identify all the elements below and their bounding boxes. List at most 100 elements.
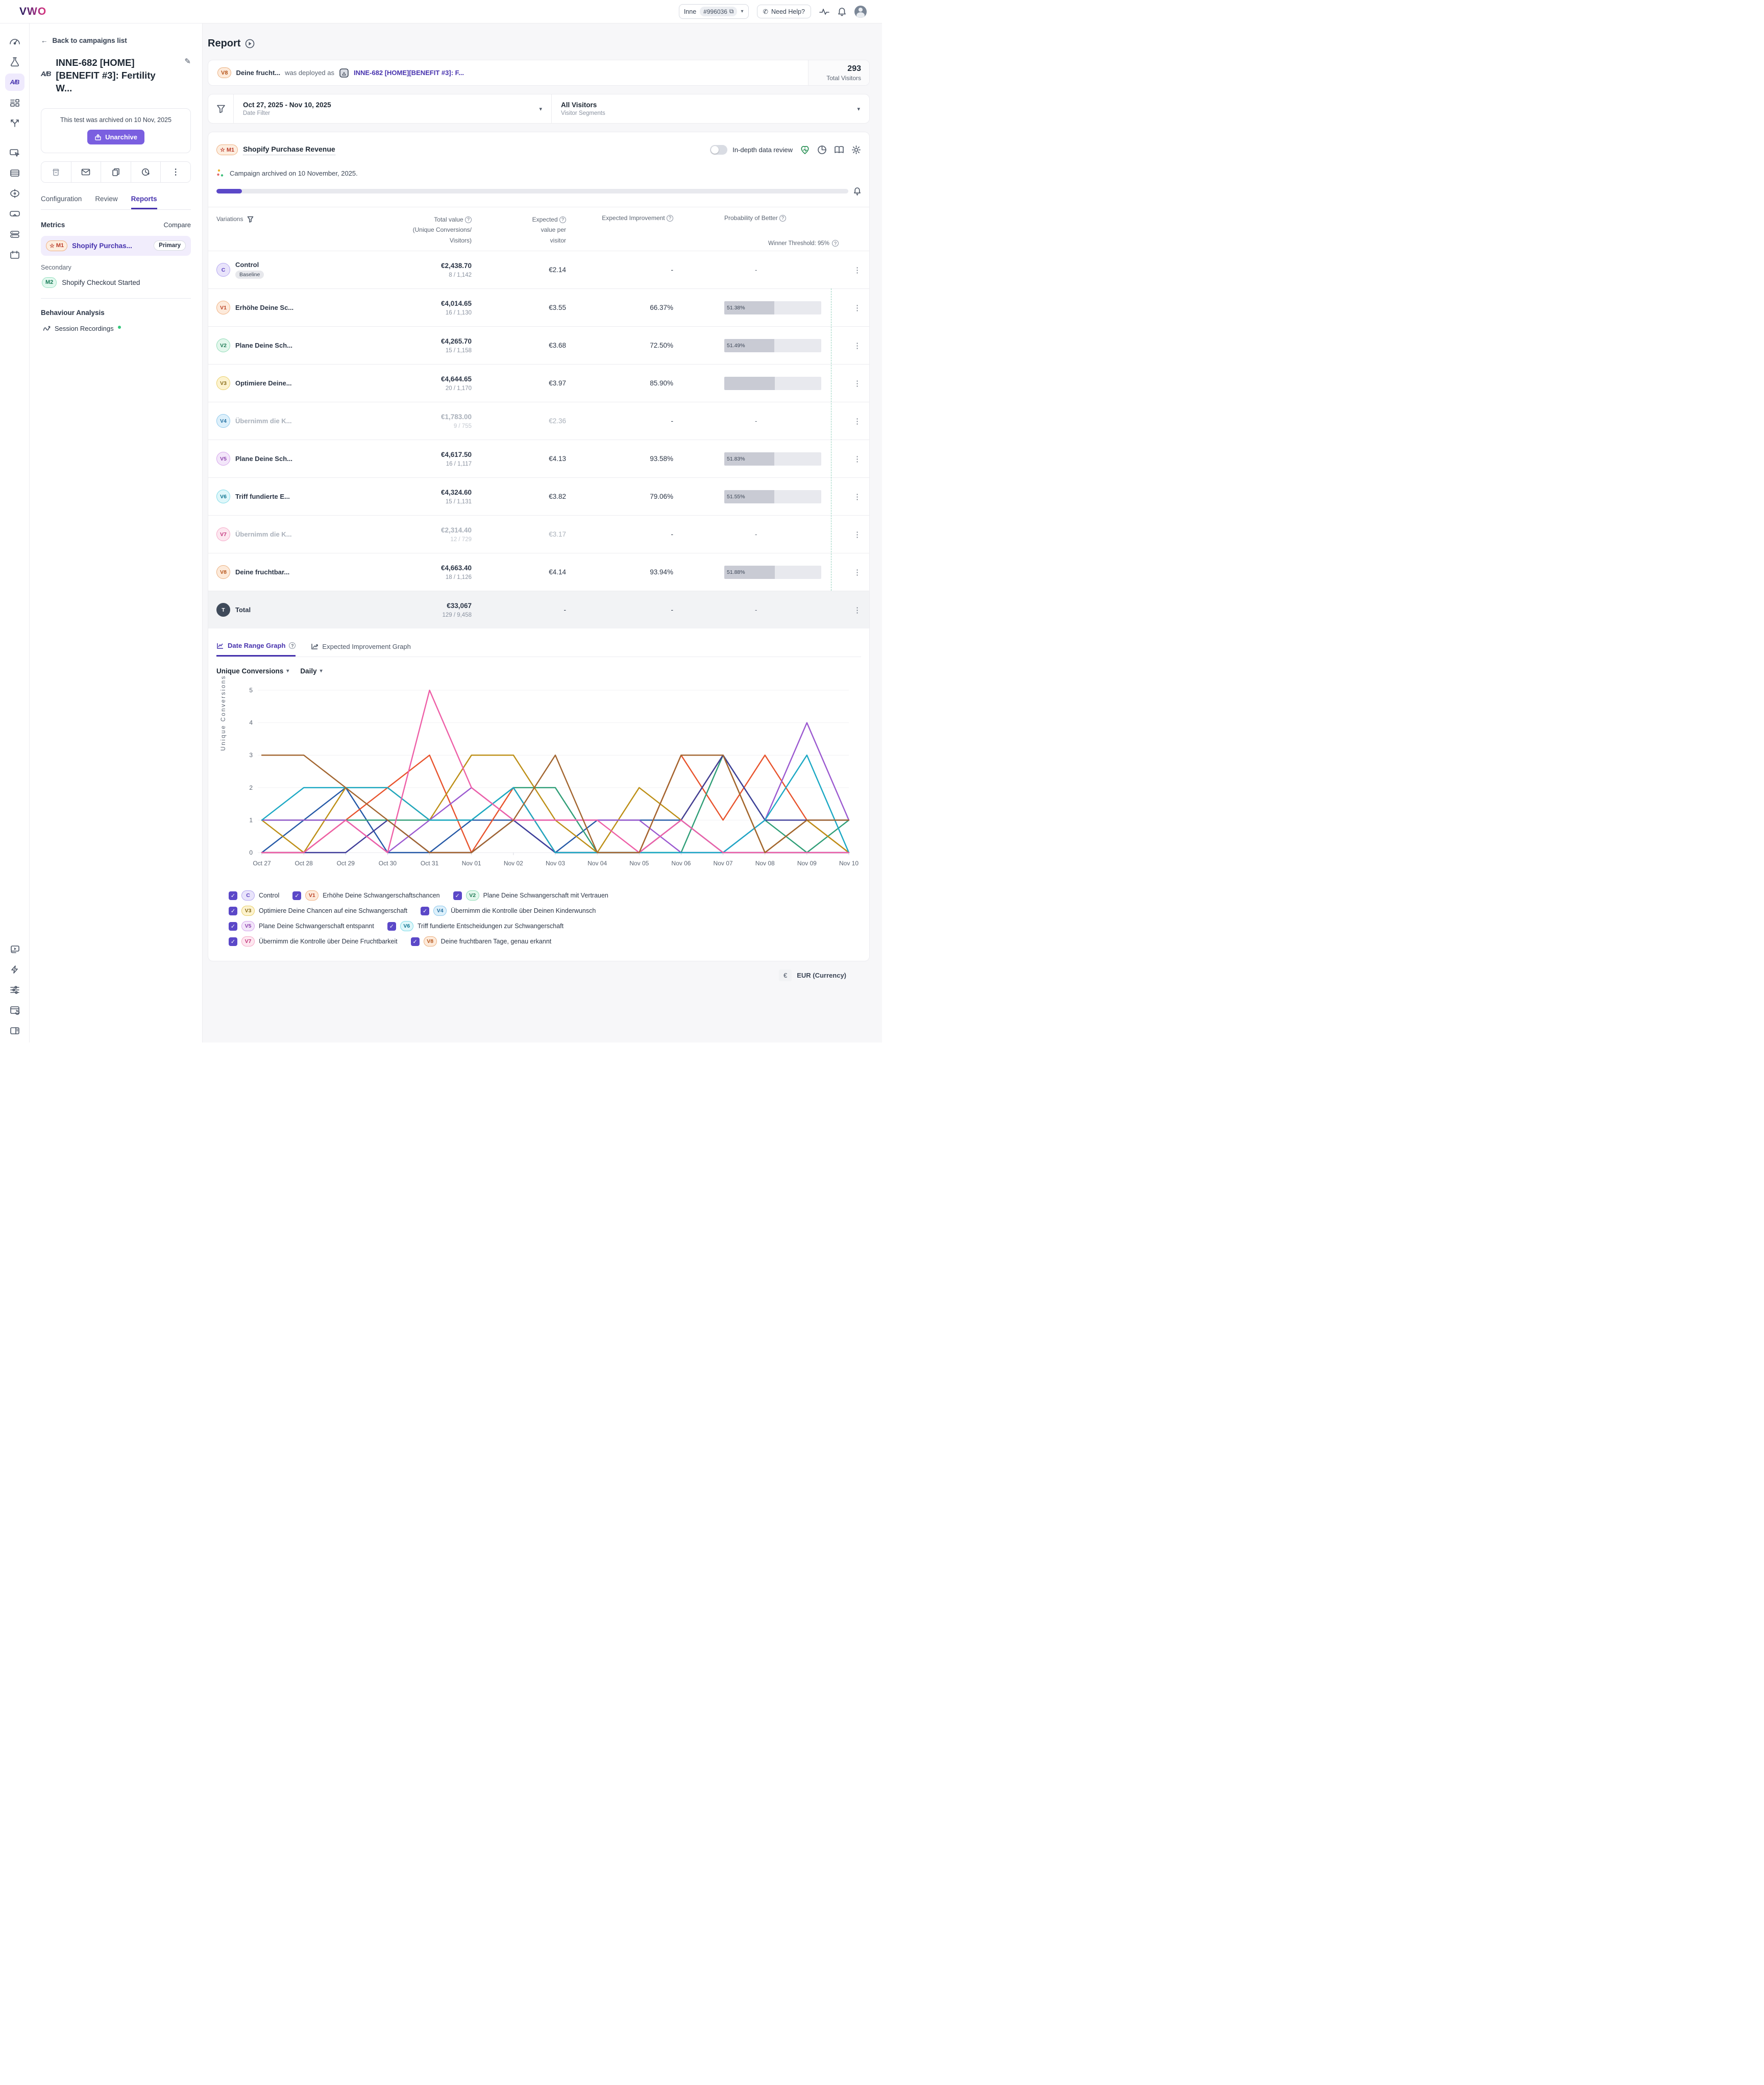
legend-label: Plane Deine Schwangerschaft entspannt [259, 923, 374, 930]
row-menu-button[interactable]: ⋮ [853, 492, 861, 501]
row-menu-button[interactable]: ⋮ [853, 303, 861, 312]
variation-badge: V7 [216, 527, 230, 542]
variation-badge: V5 [216, 452, 230, 466]
metrics-title: Metrics [41, 221, 65, 229]
tab-reports[interactable]: Reports [131, 195, 157, 209]
legend-checkbox[interactable]: ✓ [292, 891, 302, 900]
play-circle-icon[interactable] [245, 39, 255, 49]
account-selector[interactable]: Inne #996036 ⧉ ▾ [678, 4, 749, 19]
gear-icon[interactable] [851, 145, 861, 155]
date-filter-dropdown[interactable]: Oct 27, 2025 - Nov 10, 2025 Date Filter … [234, 94, 551, 123]
target-icon[interactable] [5, 185, 24, 202]
compare-link[interactable]: Compare [164, 221, 191, 229]
bell-icon[interactable] [838, 7, 846, 16]
row-menu-button[interactable]: ⋮ [853, 417, 861, 426]
in-depth-toggle[interactable] [710, 145, 728, 155]
database-icon[interactable] [5, 226, 24, 243]
visitor-segments-dropdown[interactable]: All Visitors Visitor Segments ▾ [551, 94, 869, 123]
book-icon[interactable] [834, 146, 844, 154]
metric-m2-item[interactable]: M2 Shopify Checkout Started [41, 277, 191, 288]
goggles-icon[interactable] [5, 205, 24, 223]
legend-checkbox[interactable]: ✓ [229, 906, 237, 915]
legend-checkbox[interactable]: ✓ [453, 891, 462, 900]
archive-button[interactable] [41, 161, 71, 182]
email-button[interactable] [71, 161, 102, 182]
legend-badge: V2 [465, 890, 479, 901]
tab-review[interactable]: Review [95, 195, 117, 209]
ab-test-icon[interactable]: A/B [5, 74, 24, 91]
metric-m1-item[interactable]: ☆ M1 Shopify Purchas... Primary [41, 235, 191, 256]
table-row: V5 Plane Deine Sch... €4,617.50 16 / 1,1… [208, 440, 869, 477]
info-icon[interactable]: ? [289, 642, 296, 649]
history-button[interactable] [131, 161, 161, 182]
conversions-visitors: 18 / 1,126 [445, 574, 472, 580]
legend-badge: V6 [400, 921, 413, 932]
bell-icon[interactable] [853, 187, 861, 196]
variation-name: Übernimm die K... [235, 530, 292, 539]
legend-checkbox[interactable]: ✓ [387, 922, 396, 931]
info-icon[interactable]: ? [465, 216, 472, 224]
expected-improvement: - [671, 417, 674, 425]
expected-value: €3.82 [549, 493, 566, 501]
unarchive-button[interactable]: Unarchive [87, 129, 144, 144]
session-recordings-icon [43, 326, 51, 331]
row-menu-button[interactable]: ⋮ [853, 605, 861, 615]
session-recordings-link[interactable]: Session Recordings [41, 325, 191, 332]
activity-icon[interactable] [819, 8, 829, 16]
probability-value: 51.55% [727, 493, 745, 500]
tab-configuration[interactable]: Configuration [41, 195, 82, 209]
row-menu-button[interactable]: ⋮ [853, 568, 861, 577]
duplicate-button[interactable] [101, 161, 131, 182]
main-content: Report V8 Deine frucht... was deployed a… [203, 23, 882, 1042]
row-menu-button[interactable]: ⋮ [853, 530, 861, 539]
legend-checkbox[interactable]: ✓ [421, 906, 430, 915]
back-to-campaigns-link[interactable]: ← Back to campaigns list [41, 37, 191, 44]
need-help-button[interactable]: ✆ Need Help? [756, 5, 811, 18]
personalize-icon[interactable] [5, 144, 24, 161]
row-menu-button[interactable]: ⋮ [853, 379, 861, 388]
expected-value: - [564, 606, 567, 614]
gauge-icon[interactable] [5, 33, 24, 50]
period-dropdown[interactable]: Daily ▾ [300, 667, 322, 675]
heart-pulse-icon[interactable] [800, 145, 810, 155]
row-menu-button[interactable]: ⋮ [853, 454, 861, 464]
more-actions-button[interactable]: ⋮ [161, 161, 190, 182]
info-icon[interactable]: ? [559, 216, 566, 224]
funnel-icon[interactable] [247, 216, 254, 223]
copy-icon[interactable]: ⧉ [729, 8, 734, 15]
legend-checkbox[interactable]: ✓ [229, 937, 237, 946]
panel-icon[interactable] [5, 1022, 24, 1039]
metric-dropdown[interactable]: Unique Conversions ▾ [216, 667, 289, 675]
flask-icon[interactable] [5, 53, 24, 70]
legend-item: ✓ V1 Erhöhe Deine Schwangerschaftschance… [292, 890, 440, 901]
legend-checkbox[interactable]: ✓ [229, 891, 237, 900]
calendar-icon[interactable] [5, 246, 24, 263]
legend-badge: V1 [305, 890, 319, 901]
sliders-icon[interactable] [5, 981, 24, 999]
tab-expected-improvement-graph[interactable]: Expected Improvement Graph [311, 642, 411, 657]
row-menu-button[interactable]: ⋮ [853, 341, 861, 350]
layout-icon[interactable] [5, 94, 24, 111]
legend-badge: V5 [241, 921, 255, 932]
table-row: V3 Optimiere Deine... €4,644.65 20 / 1,1… [208, 364, 869, 402]
video-icon[interactable] [5, 940, 24, 958]
total-visitors-value: 293 [847, 64, 861, 73]
campaign-title: INNE-682 [HOME] [BENEFIT #3]: Fertility … [56, 57, 156, 93]
probability-bar: 51.88% [724, 565, 821, 579]
edit-icon[interactable]: ✎ [184, 57, 191, 95]
tab-date-range-graph[interactable]: Date Range Graph ? [216, 642, 296, 657]
server-icon[interactable] [5, 164, 24, 182]
row-menu-button[interactable]: ⋮ [853, 265, 861, 275]
legend-checkbox[interactable]: ✓ [229, 922, 237, 931]
legend-checkbox[interactable]: ✓ [410, 937, 420, 946]
info-icon[interactable]: ? [667, 214, 673, 222]
variation-name: Übernimm die K... [235, 417, 292, 425]
info-icon[interactable]: ? [832, 240, 839, 247]
info-icon[interactable]: ? [779, 214, 787, 222]
pie-chart-icon[interactable] [817, 145, 827, 155]
branch-icon[interactable] [5, 114, 24, 132]
deployed-campaign-link[interactable]: INNE-682 [HOME][BENEFIT #3]: F... [354, 69, 464, 77]
bolt-icon[interactable] [5, 961, 24, 978]
user-avatar[interactable] [854, 5, 867, 18]
window-history-icon[interactable] [5, 1002, 24, 1019]
